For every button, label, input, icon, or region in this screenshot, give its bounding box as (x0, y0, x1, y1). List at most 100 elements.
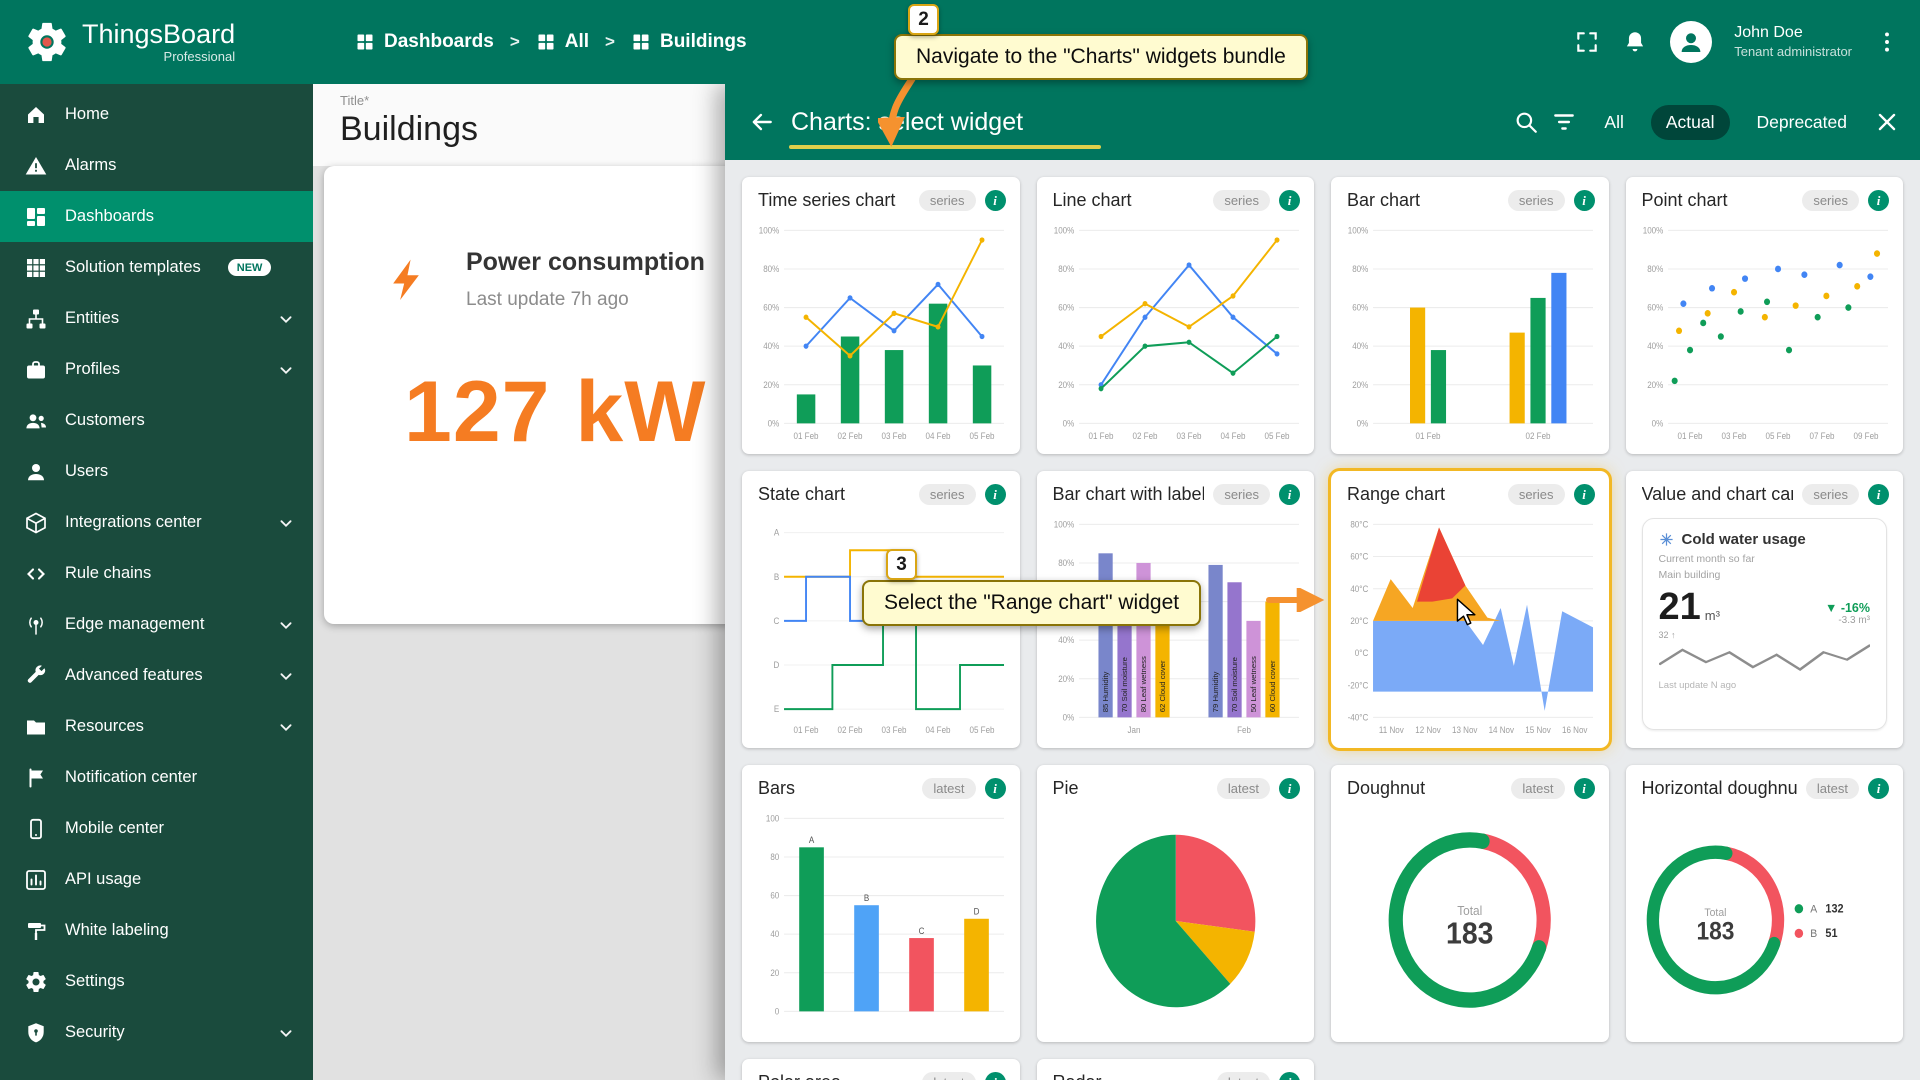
svg-text:80%: 80% (1058, 558, 1075, 568)
info-icon[interactable]: i (1574, 778, 1595, 799)
filter-button[interactable] (1551, 109, 1577, 135)
search-button[interactable] (1513, 109, 1539, 135)
step-3-badge: 3 (886, 549, 917, 580)
widget-card-title: Pie (1053, 778, 1208, 799)
filter-actual[interactable]: Actual (1651, 105, 1730, 140)
new-badge: NEW (228, 259, 272, 276)
svg-text:100: 100 (766, 813, 780, 823)
fullscreen-icon (1574, 29, 1600, 55)
widget-card-doughnut[interactable]: DoughnutlatestiTotal183 (1331, 765, 1609, 1042)
sidebar-item-home[interactable]: Home (0, 89, 313, 140)
sidebar-item-settings[interactable]: Settings (0, 956, 313, 1007)
sidebar-item-white-labeling[interactable]: White labeling (0, 905, 313, 956)
filter-deprecated[interactable]: Deprecated (1742, 105, 1862, 140)
widget-card-point-chart[interactable]: Point chartseriesi0%20%40%60%80%100%01 F… (1626, 177, 1904, 454)
fullscreen-button[interactable] (1574, 29, 1600, 55)
sidebar-item-security[interactable]: Security (0, 1007, 313, 1058)
sidebar-item-mobile-center[interactable]: Mobile center (0, 803, 313, 854)
svg-text:40%: 40% (763, 341, 780, 351)
info-icon[interactable]: i (1868, 190, 1889, 211)
info-icon[interactable]: i (1574, 190, 1595, 211)
close-panel-button[interactable] (1874, 109, 1900, 135)
svg-text:100%: 100% (759, 225, 780, 235)
sidebar-item-label: Advanced features (65, 666, 203, 685)
widget-card-bars[interactable]: Barslatesti020406080100ABCD (742, 765, 1020, 1042)
widget-card-time-series-chart[interactable]: Time series chartseriesi0%20%40%60%80%10… (742, 177, 1020, 454)
sidebar-item-customers[interactable]: Customers (0, 395, 313, 446)
more-menu-button[interactable] (1874, 29, 1900, 55)
breadcrumb-item-buildings[interactable]: Buildings (631, 31, 747, 53)
info-icon[interactable]: i (985, 1072, 1006, 1080)
svg-text:60: 60 (770, 890, 779, 900)
sidebar-item-notification-center[interactable]: Notification center (0, 752, 313, 803)
sidebar-item-api-usage[interactable]: API usage (0, 854, 313, 905)
breadcrumb-item-dashboards[interactable]: Dashboards (355, 31, 494, 53)
widget-card-title: Bar chart with labels (1053, 484, 1205, 505)
sidebar-item-solution-templates[interactable]: Solution templatesNEW (0, 242, 313, 293)
svg-text:80: 80 (770, 852, 779, 862)
settings-icon (24, 970, 48, 994)
info-icon[interactable]: i (1868, 778, 1889, 799)
breadcrumb-label: All (565, 31, 589, 53)
sidebar-item-entities[interactable]: Entities (0, 293, 313, 344)
user-menu[interactable]: John Doe Tenant administrator (1734, 23, 1852, 61)
filter-all[interactable]: All (1589, 105, 1638, 140)
widget-card-bar-chart[interactable]: Bar chartseriesi0%20%40%60%80%100%01 Feb… (1331, 177, 1609, 454)
sidebar-item-advanced-features[interactable]: Advanced features (0, 650, 313, 701)
widget-card-pie[interactable]: Pie latesti (1037, 765, 1315, 1042)
thingsboard-logo-icon (24, 19, 70, 65)
lightning-bolt-icon (384, 248, 428, 308)
card-header: Horizontal doughnutlatesti (1626, 765, 1904, 802)
card-body: 0%20%40%60%80%100%01 Feb02 Feb03 Feb04 F… (748, 216, 1014, 448)
notifications-button[interactable] (1622, 29, 1648, 55)
sidebar-item-profiles[interactable]: Profiles (0, 344, 313, 395)
widget-card-value-and-chart-card[interactable]: Value and chart cardseriesiCold water us… (1626, 471, 1904, 748)
widget-card-radar[interactable]: Radarlatesti (1037, 1059, 1315, 1080)
avatar[interactable] (1670, 21, 1712, 63)
svg-text:B: B (864, 893, 870, 903)
breadcrumb-item-all[interactable]: All (536, 31, 589, 53)
sidebar-item-rule-chains[interactable]: Rule chains (0, 548, 313, 599)
widget-type-chip: latest (1217, 778, 1270, 799)
info-icon[interactable]: i (985, 190, 1006, 211)
widget-type-chip: latest (922, 778, 975, 799)
card-body: 020406080100ABCD (748, 804, 1014, 1036)
svg-text:05 Feb: 05 Feb (970, 430, 995, 440)
info-icon[interactable]: i (1868, 484, 1889, 505)
svg-text:01 Feb: 01 Feb (1677, 430, 1702, 440)
sidebar-item-resources[interactable]: Resources (0, 701, 313, 752)
sidebar-item-users[interactable]: Users (0, 446, 313, 497)
card-header: Point chartseriesi (1626, 177, 1904, 214)
sidebar-item-alarms[interactable]: Alarms (0, 140, 313, 191)
widget-type-chip: series (919, 484, 976, 505)
back-button[interactable] (749, 109, 775, 135)
sidebar-item-dashboards[interactable]: Dashboards (0, 191, 313, 242)
info-icon[interactable]: i (1279, 190, 1300, 211)
info-icon[interactable]: i (1279, 1072, 1300, 1080)
filter-icon (1551, 109, 1577, 135)
info-icon[interactable]: i (1574, 484, 1595, 505)
info-icon[interactable]: i (985, 778, 1006, 799)
svg-text:01 Feb: 01 Feb (794, 724, 819, 734)
widget-card-title: Bars (758, 778, 913, 799)
card-header: State chartseriesi (742, 471, 1020, 508)
info-icon[interactable]: i (985, 484, 1006, 505)
widget-card-polar-area[interactable]: Polar area latest i (742, 1059, 1020, 1080)
widget-card-line-chart[interactable]: Line chartseriesi0%20%40%60%80%100%01 Fe… (1037, 177, 1315, 454)
widget-preview-chart: ABCDE01 Feb02 Feb03 Feb04 Feb05 Feb (748, 510, 1014, 742)
svg-text:05 Feb: 05 Feb (970, 724, 995, 734)
widget-card-horizontal-doughnut[interactable]: Horizontal doughnutlatestiTotal183A132B5… (1626, 765, 1904, 1042)
info-icon[interactable]: i (1279, 778, 1300, 799)
widget-card-title: Polar area (758, 1072, 913, 1080)
sidebar-item-edge-management[interactable]: Edge management (0, 599, 313, 650)
value-card-aux: 32 ↑ (1659, 630, 1871, 640)
sidebar-item-integrations-center[interactable]: Integrations center (0, 497, 313, 548)
sparkline-chart (1659, 640, 1871, 672)
svg-text:40%: 40% (1058, 635, 1075, 645)
info-icon[interactable]: i (1279, 484, 1300, 505)
app-logo[interactable]: ThingsBoard Professional (0, 19, 313, 65)
power-consumption-widget[interactable]: Power consumption Last update 7h ago 127… (324, 166, 766, 624)
svg-text:100%: 100% (1053, 225, 1074, 235)
sidebar-item-label: Mobile center (65, 819, 164, 838)
widget-type-chip: latest (922, 1072, 975, 1080)
